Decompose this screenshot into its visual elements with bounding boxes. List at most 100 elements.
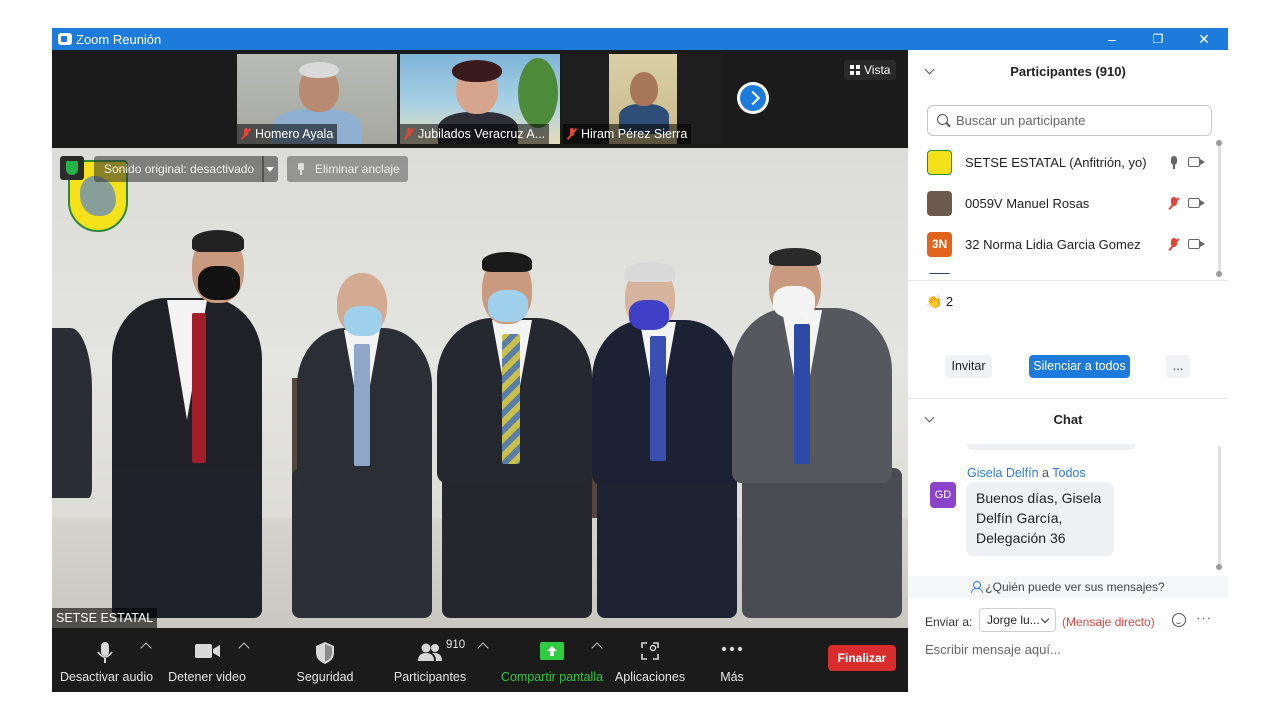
more-options-button[interactable]: ... bbox=[1166, 355, 1190, 378]
share-screen-button[interactable]: Compartir pantalla bbox=[500, 628, 604, 692]
restore-button[interactable]: ❐ bbox=[1135, 28, 1181, 50]
participant-scrollbar[interactable] bbox=[1218, 142, 1221, 274]
person-suit bbox=[52, 328, 92, 498]
meeting-toolbar: Desactivar audio Detener video Seguridad bbox=[52, 628, 908, 692]
original-sound-dropdown[interactable] bbox=[262, 156, 278, 182]
recipient-name: Todos bbox=[1052, 466, 1086, 480]
send-to-label: Enviar a: bbox=[925, 615, 973, 629]
apps-icon bbox=[641, 642, 659, 660]
participants-options-caret-icon[interactable] bbox=[477, 642, 489, 654]
search-placeholder: Buscar un participante bbox=[956, 113, 1086, 128]
chat-title: Chat bbox=[1053, 412, 1083, 427]
participant-row-partial[interactable] bbox=[908, 265, 1228, 274]
thumb-palm bbox=[518, 58, 558, 128]
mic-muted-icon bbox=[404, 128, 414, 140]
collapse-chevron-icon[interactable] bbox=[924, 64, 935, 75]
person-mask bbox=[488, 290, 528, 322]
participant-name: 32 Norma Lidia Garcia Gomez bbox=[965, 237, 1141, 252]
mute-all-button[interactable]: Silenciar a todos bbox=[1029, 355, 1130, 378]
original-sound-button[interactable]: Sonido original: desactivado bbox=[94, 156, 265, 182]
mic-muted-icon[interactable] bbox=[1170, 238, 1178, 251]
close-button[interactable]: ✕ bbox=[1181, 28, 1227, 50]
thumb-name: Hiram Pérez Sierra bbox=[581, 127, 688, 141]
security-shield-icon bbox=[316, 642, 334, 664]
avatar bbox=[927, 273, 952, 274]
apps-label: Aplicaciones bbox=[614, 670, 686, 684]
mic-muted-icon bbox=[567, 128, 577, 140]
thumb-namebar: Jubilados Veracruz A... bbox=[400, 124, 550, 144]
participant-row[interactable]: 3N 32 Norma Lidia Garcia Gomez bbox=[908, 224, 1228, 265]
encryption-shield-icon[interactable] bbox=[60, 156, 84, 180]
participant-row[interactable]: 0059V Manuel Rosas bbox=[908, 183, 1228, 224]
participant-row[interactable]: SETSE ESTATAL (Anfitrión, yo) bbox=[908, 142, 1228, 183]
person-legs bbox=[597, 468, 737, 618]
scroll-down-indicator[interactable] bbox=[1216, 564, 1222, 570]
thumbnail-hiram-perez-sierra[interactable]: Hiram Pérez Sierra bbox=[563, 54, 723, 144]
divider bbox=[908, 280, 1228, 281]
who-can-see-link[interactable]: ¿Quién puede ver sus mensajes? bbox=[908, 576, 1228, 598]
thumb-namebar: Homero Ayala bbox=[237, 124, 338, 144]
participant-search-input[interactable]: Buscar un participante bbox=[927, 105, 1212, 136]
thumb-name: Homero Ayala bbox=[255, 127, 334, 141]
person-tie bbox=[650, 336, 666, 461]
participants-icon bbox=[418, 643, 442, 661]
video-icon[interactable] bbox=[1188, 157, 1200, 167]
stop-video-button[interactable]: Detener video bbox=[164, 628, 250, 692]
chat-input[interactable]: Escribir mensaje aquí... bbox=[925, 642, 1061, 657]
view-label: Vista bbox=[864, 63, 891, 77]
grid-view-icon bbox=[850, 65, 860, 75]
microphone-icon bbox=[97, 642, 113, 663]
person-mask bbox=[629, 300, 669, 330]
person-tie bbox=[502, 334, 520, 464]
speaker-name-label: SETSE ESTATAL bbox=[52, 608, 158, 628]
security-label: Seguridad bbox=[296, 670, 354, 684]
person-mask bbox=[773, 286, 815, 318]
sender-name[interactable]: Gisela Delfín bbox=[967, 466, 1039, 480]
person-tie bbox=[354, 344, 370, 466]
stop-video-label: Detener video bbox=[168, 670, 246, 684]
minimize-button[interactable]: – bbox=[1089, 28, 1135, 50]
person-icon bbox=[971, 581, 984, 593]
chat-more-icon[interactable]: ··· bbox=[1196, 610, 1212, 625]
more-button[interactable]: Más bbox=[702, 628, 762, 692]
chat-scrollbar[interactable] bbox=[1218, 446, 1221, 570]
previous-message-bubble bbox=[966, 444, 1136, 450]
invite-button[interactable]: Invitar bbox=[945, 355, 992, 378]
unpin-button[interactable]: Eliminar anclaje bbox=[287, 156, 408, 182]
emoji-icon[interactable] bbox=[1172, 613, 1186, 627]
collapse-chevron-icon[interactable] bbox=[924, 412, 935, 423]
participants-button[interactable]: 910 Participantes bbox=[390, 628, 470, 692]
avatar bbox=[927, 191, 952, 216]
scroll-down-indicator[interactable] bbox=[1216, 271, 1222, 277]
person-legs bbox=[112, 448, 262, 618]
view-button[interactable]: Vista bbox=[844, 60, 897, 80]
next-page-button[interactable] bbox=[737, 82, 769, 114]
person-legs bbox=[442, 468, 592, 618]
microphone-icon[interactable] bbox=[1170, 156, 1178, 169]
video-icon[interactable] bbox=[1188, 198, 1200, 208]
side-panel: Participantes (910) Buscar un participan… bbox=[908, 50, 1228, 692]
recipient-select[interactable]: Jorge lu... bbox=[979, 608, 1056, 632]
zoom-window: Zoom Reunión – ❐ ✕ Homero Ayala Jubilado… bbox=[52, 28, 1228, 692]
person-hair bbox=[769, 248, 821, 266]
share-screen-label: Compartir pantalla bbox=[500, 670, 604, 684]
thumb-name: Jubilados Veracruz A... bbox=[418, 127, 546, 141]
direct-message-label: (Mensaje directo) bbox=[1062, 615, 1155, 629]
security-button[interactable]: Seguridad bbox=[290, 628, 360, 692]
scroll-up-indicator[interactable] bbox=[1216, 140, 1222, 146]
thumbnail-homero-ayala[interactable]: Homero Ayala bbox=[237, 54, 397, 144]
chat-message-bubble: Buenos días, Gisela Delfín García, Deleg… bbox=[966, 482, 1114, 556]
active-speaker-video: Sonido original: desactivado Eliminar an… bbox=[52, 148, 908, 628]
message-sender-line: Gisela Delfín a Todos bbox=[967, 466, 1086, 480]
video-stage: Homero Ayala Jubilados Veracruz A... Hir… bbox=[52, 50, 908, 692]
mic-muted-icon[interactable] bbox=[1170, 197, 1178, 210]
thumbnail-strip: Homero Ayala Jubilados Veracruz A... Hir… bbox=[52, 50, 908, 148]
end-meeting-button[interactable]: Finalizar bbox=[828, 645, 896, 671]
video-icon[interactable] bbox=[1188, 239, 1200, 249]
clap-reaction-icon: 👏 bbox=[926, 294, 943, 309]
thumb-hair bbox=[299, 62, 339, 78]
thumbnail-jubilados-veracruz[interactable]: Jubilados Veracruz A... bbox=[400, 54, 560, 144]
person-tie bbox=[192, 313, 206, 463]
mute-audio-button[interactable]: Desactivar audio bbox=[60, 628, 153, 692]
apps-button[interactable]: Aplicaciones bbox=[614, 628, 686, 692]
